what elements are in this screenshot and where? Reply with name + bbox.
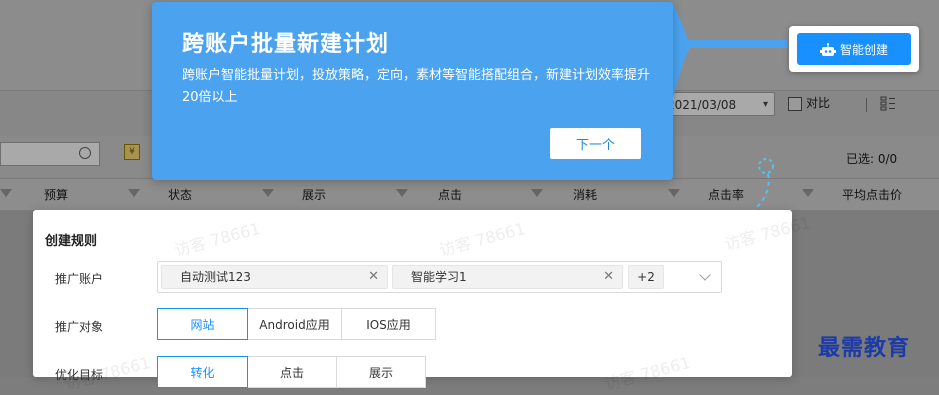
robot-icon	[819, 43, 836, 56]
clock-icon	[79, 147, 91, 159]
tooltip-title: 跨账户批量新建计划	[182, 32, 390, 57]
account-tag-label: 智能学习1	[411, 270, 467, 284]
close-icon[interactable]: ✕	[603, 266, 614, 288]
next-button[interactable]: 下一个	[550, 128, 641, 159]
filter-icon[interactable]	[128, 189, 140, 197]
chevron-down-icon[interactable]	[699, 269, 711, 281]
ai-create-button[interactable]: 智能创建	[797, 33, 911, 65]
column-header[interactable]: 状态	[168, 179, 192, 211]
target-option-ios[interactable]: IOS应用	[341, 308, 436, 340]
create-rule-panel: 访客 78661 访客 78661 访客 78661 访客 78661 访客 7…	[33, 210, 812, 394]
filter-icon[interactable]	[262, 189, 274, 197]
ai-create-label: 智能创建	[839, 42, 888, 57]
account-label: 推广账户	[55, 272, 104, 286]
target-option-website[interactable]: 网站	[157, 308, 248, 340]
account-select[interactable]: 自动测试123 ✕ 智能学习1 ✕ +2	[157, 261, 722, 293]
filter-icon[interactable]	[802, 189, 814, 197]
column-header[interactable]: 预算	[44, 179, 68, 211]
ai-create-highlight: 智能创建	[789, 26, 919, 72]
panel-title: 创建规则	[45, 234, 98, 249]
target-segmented: 网站 Android应用 IOS应用	[157, 308, 436, 340]
filter-icon[interactable]	[531, 189, 543, 197]
watermark: 访客 78661	[437, 218, 528, 261]
watermark: 访客 78661	[172, 218, 263, 261]
compare-checkbox[interactable]: 对比	[788, 94, 830, 111]
goal-option-click[interactable]: 点击	[247, 356, 337, 388]
export-icon[interactable]: ¥	[124, 144, 140, 160]
account-tag: 自动测试123 ✕	[161, 265, 388, 289]
goal-option-impression[interactable]: 展示	[336, 356, 426, 388]
divider	[866, 98, 867, 112]
column-settings-icon[interactable]	[880, 95, 896, 111]
column-header[interactable]: 点击	[438, 179, 462, 211]
checkbox-icon	[788, 96, 802, 111]
target-option-android[interactable]: Android应用	[247, 308, 342, 340]
column-header[interactable]: 消耗	[573, 179, 597, 211]
account-tag: 智能学习1 ✕	[392, 265, 623, 289]
account-tag-label: 自动测试123	[180, 270, 251, 284]
guide-tooltip: 跨账户批量新建计划 跨账户智能批量计划，投放策略，定向，素材等智能搭配组合，新建…	[152, 2, 673, 180]
target-label: 推广对象	[55, 320, 104, 334]
filter-icon[interactable]	[668, 189, 680, 197]
filter-icon[interactable]	[396, 189, 408, 197]
column-header[interactable]: 平均点击价	[842, 179, 902, 211]
close-icon[interactable]: ✕	[368, 266, 379, 288]
compare-label: 对比	[806, 96, 831, 110]
tooltip-description: 跨账户智能批量计划，投放策略，定向，素材等智能搭配组合，新建计划效率提升20倍以…	[182, 68, 651, 105]
watermark: 访客 78661	[602, 352, 693, 395]
tooltip-pointer	[672, 2, 788, 102]
time-filter-input[interactable]	[0, 142, 100, 166]
goal-option-conversion[interactable]: 转化	[157, 356, 248, 388]
goal-label: 优化目标	[55, 368, 104, 382]
selected-count: 已选: 0/0	[846, 152, 898, 166]
filter-icon[interactable]	[0, 189, 12, 197]
column-header[interactable]: 展示	[302, 179, 326, 211]
brand-watermark: 最需教育	[818, 335, 911, 361]
table-header: 预算 状态 展示 点击 消耗 点击率 平均点击价	[0, 178, 939, 212]
goal-segmented: 转化 点击 展示	[157, 356, 426, 388]
more-tags-badge[interactable]: +2	[628, 265, 664, 289]
